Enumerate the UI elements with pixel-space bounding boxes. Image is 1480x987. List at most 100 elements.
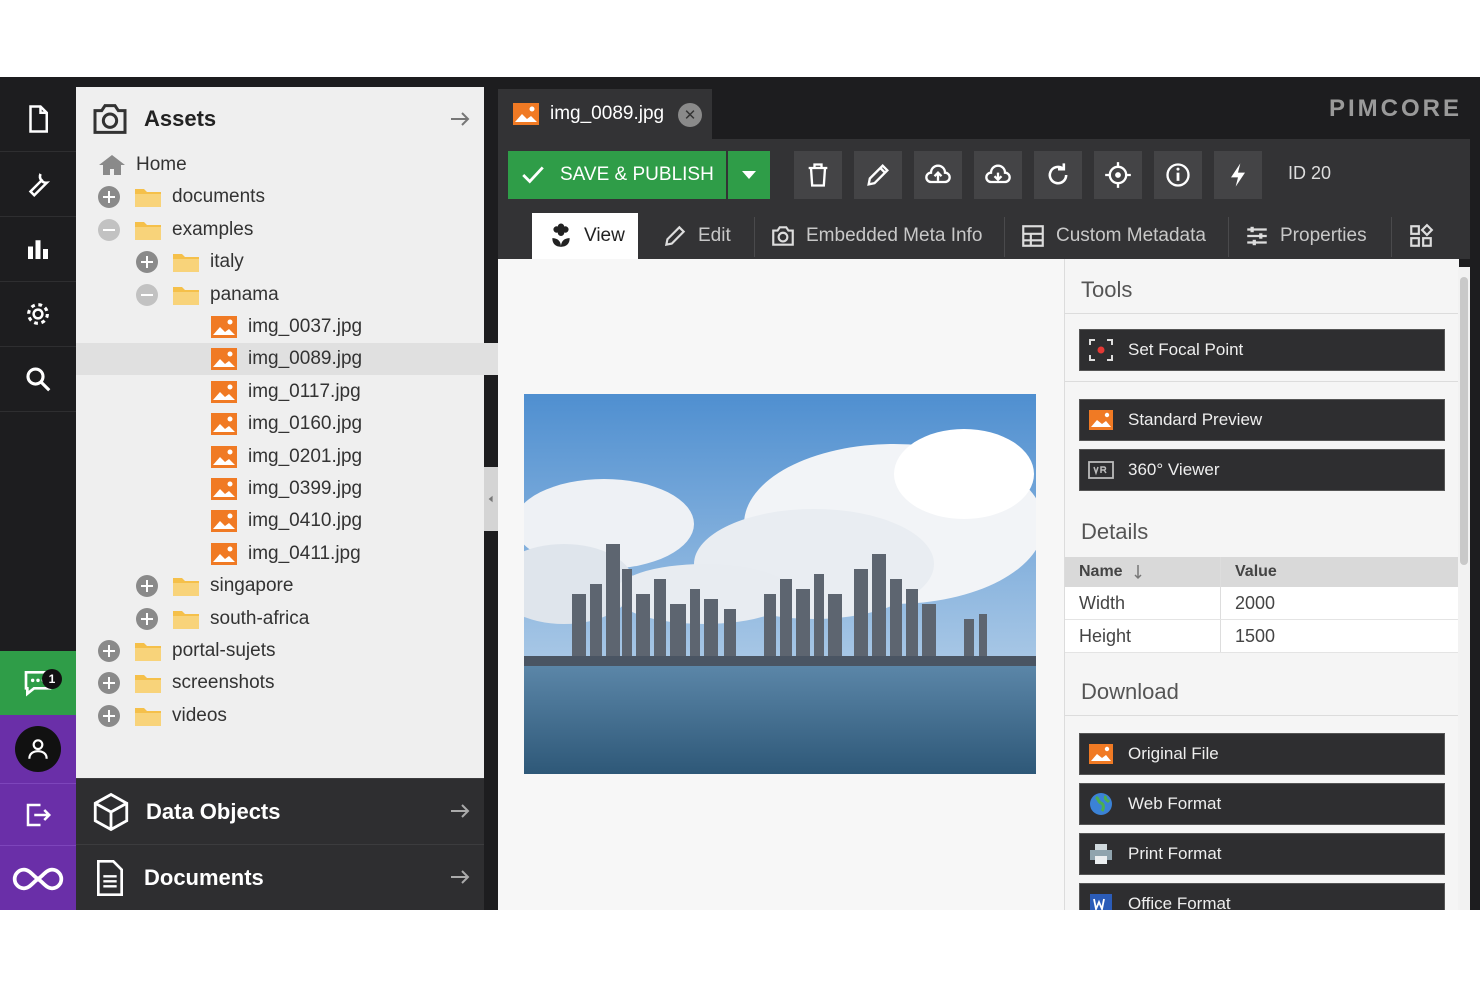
rename-button[interactable]	[854, 151, 902, 199]
pimcore-logo-button[interactable]	[0, 845, 76, 910]
tree-item-folder[interactable]: portal-sujets	[98, 635, 276, 667]
save-options-dropdown[interactable]	[728, 151, 770, 199]
folder-icon	[135, 675, 161, 694]
tree-item-folder[interactable]: south-africa	[136, 603, 309, 635]
tree-item-folder[interactable]: singapore	[136, 570, 293, 602]
tab-edit[interactable]: Edit	[662, 213, 731, 259]
expand-icon[interactable]	[98, 704, 120, 727]
assets-panel-header[interactable]: Assets	[76, 87, 484, 151]
tree-item-image[interactable]: img_0117.jpg	[174, 376, 361, 408]
set-focal-point-button[interactable]: Set Focal Point	[1079, 329, 1445, 371]
preview-image[interactable]	[524, 394, 1036, 774]
wrench-icon	[28, 173, 51, 198]
download-web-format-button[interactable]: Web Format	[1079, 783, 1445, 825]
download-office-format-button[interactable]: Office Format	[1079, 883, 1445, 910]
download-print-format-button[interactable]: Print Format	[1079, 833, 1445, 875]
tree-item-image[interactable]: img_0399.jpg	[174, 473, 362, 505]
notes-events-button[interactable]	[1214, 151, 1262, 199]
save-publish-button[interactable]: SAVE & PUBLISH	[508, 151, 726, 199]
data-objects-panel-header[interactable]: Data Objects	[76, 778, 484, 845]
folder-icon	[173, 286, 199, 305]
tab-custom-metadata[interactable]: Custom Metadata	[1020, 213, 1206, 259]
reports-nav-button[interactable]	[0, 217, 76, 282]
section-divider	[1065, 313, 1459, 314]
user-profile-button[interactable]	[0, 715, 76, 783]
expand-icon[interactable]	[136, 607, 158, 630]
home-icon	[99, 155, 125, 175]
reload-button[interactable]	[1034, 151, 1082, 199]
arrow-right-icon[interactable]	[448, 799, 472, 823]
cloud-upload-icon	[925, 164, 951, 184]
bolt-icon	[1231, 163, 1245, 187]
tab-properties-label: Properties	[1280, 225, 1367, 246]
details-section-title: Details	[1081, 519, 1149, 544]
image-icon	[211, 316, 237, 338]
arrow-right-icon[interactable]	[448, 865, 472, 889]
name-column-header[interactable]: Name	[1065, 557, 1221, 587]
tree-item-image[interactable]: img_0160.jpg	[174, 408, 362, 440]
documents-nav-button[interactable]	[0, 87, 76, 152]
value-column-header[interactable]: Value	[1221, 563, 1277, 581]
logout-button[interactable]	[0, 783, 76, 846]
delete-button[interactable]	[794, 151, 842, 199]
collapse-tree-handle[interactable]	[484, 467, 498, 531]
tree-item-label: img_0399.jpg	[248, 478, 363, 499]
tree-item-home[interactable]: Home	[98, 149, 187, 181]
show-in-tree-button[interactable]	[1094, 151, 1142, 199]
tab-embedded-meta-info[interactable]: Embedded Meta Info	[770, 213, 982, 259]
info-button[interactable]	[1154, 151, 1202, 199]
grid-icon	[1410, 223, 1434, 247]
expand-icon[interactable]	[98, 640, 120, 662]
tree-item-folder[interactable]: videos	[98, 700, 227, 732]
folder-icon	[173, 578, 199, 597]
settings-nav-button[interactable]	[0, 282, 76, 347]
tab-view[interactable]: View	[532, 213, 638, 259]
editor-tab-img-0089[interactable]: img_0089.jpg ✕	[498, 89, 712, 139]
tree-item-image[interactable]: img_0089.jpg	[76, 343, 564, 376]
expand-icon[interactable]	[98, 672, 120, 695]
tree-item-folder[interactable]: italy	[136, 246, 244, 278]
tree-item-image[interactable]: img_0410.jpg	[174, 505, 362, 537]
tree-item-folder[interactable]: documents	[98, 181, 265, 213]
logout-icon	[26, 803, 52, 827]
image-icon	[211, 413, 237, 436]
collapse-icon[interactable]	[98, 218, 120, 241]
expand-icon[interactable]	[136, 251, 158, 274]
tab-more[interactable]	[1408, 213, 1444, 259]
documents-panel-header[interactable]: Documents	[76, 844, 484, 910]
close-tab-button[interactable]: ✕	[678, 103, 702, 127]
arrow-right-icon[interactable]	[448, 107, 472, 131]
tree-item-folder[interactable]: examples	[98, 214, 253, 246]
tree-item-folder[interactable]: panama	[136, 279, 279, 311]
tree-item-image[interactable]: img_0411.jpg	[174, 538, 361, 570]
360-viewer-button[interactable]: 360° Viewer	[1079, 449, 1445, 491]
tab-custom-metadata-label: Custom Metadata	[1056, 225, 1206, 246]
main-nav-rail: 1	[0, 77, 76, 910]
search-nav-button[interactable]	[0, 347, 76, 412]
editor-tab-title: img_0089.jpg	[550, 103, 665, 124]
tree-item-label: singapore	[210, 575, 294, 597]
tree-item-image[interactable]: img_0037.jpg	[174, 311, 362, 343]
tree-item-image[interactable]: img_0201.jpg	[174, 441, 362, 473]
download-original-button[interactable]: Original File	[1079, 733, 1445, 775]
image-icon	[211, 510, 237, 533]
download-button[interactable]	[974, 151, 1022, 199]
tools-nav-button[interactable]	[0, 152, 76, 217]
expand-icon[interactable]	[98, 186, 120, 209]
tools-section-title: Tools	[1081, 277, 1133, 302]
sidebar-scrollbar[interactable]	[1458, 267, 1470, 910]
standard-preview-button[interactable]: Standard Preview	[1079, 399, 1445, 441]
tree-item-folder[interactable]: screenshots	[98, 667, 274, 699]
globe-icon	[1090, 793, 1112, 815]
tab-edit-label: Edit	[698, 225, 731, 246]
scrollbar-thumb[interactable]	[1460, 277, 1468, 565]
notifications-button[interactable]: 1	[0, 651, 76, 715]
standard-preview-label: Standard Preview	[1128, 410, 1263, 429]
collapse-icon[interactable]	[136, 283, 158, 306]
expand-icon[interactable]	[136, 575, 158, 598]
image-icon	[513, 103, 539, 125]
section-divider	[1065, 715, 1459, 716]
upload-new-version-button[interactable]	[914, 151, 962, 199]
tab-separator	[1391, 217, 1392, 257]
tab-properties[interactable]: Properties	[1244, 213, 1367, 259]
